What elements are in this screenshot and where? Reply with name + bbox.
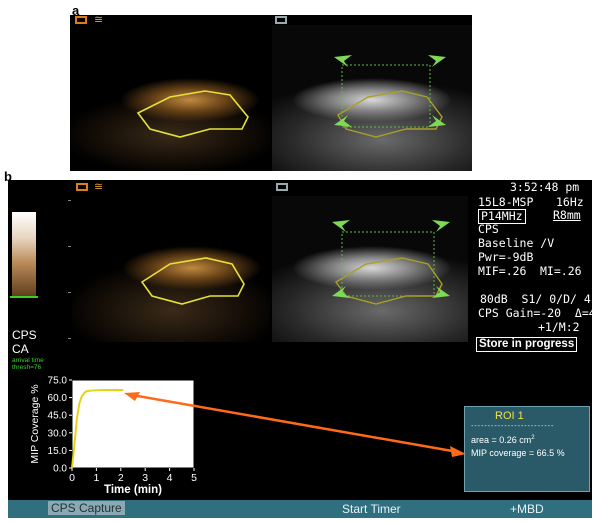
persist-readout: +1/M:2 [538, 320, 580, 334]
dynamic-range-readout: 80dB S1/ 0/D/ 4 [480, 292, 591, 306]
arrows-a [334, 55, 446, 127]
mip-coverage-chart: 0.0 15.0 30.0 45.0 60.0 75.0 0 1 2 3 4 5 Time (min) M… [29, 376, 197, 496]
roi-outline-b-left [140, 257, 245, 305]
probe-readout: 15L8-MSP [478, 195, 534, 209]
roi-outline-b-right [334, 257, 443, 305]
roi-title: ROI 1 [495, 410, 524, 422]
arrival-thresh-label: thresh=76 [12, 364, 42, 371]
x-tick-label: 3 [142, 472, 148, 484]
y-tick-label: 30.0 [48, 428, 68, 439]
time-readout: 3:52:48 pm [510, 180, 580, 194]
x-tick-label: 5 [191, 472, 197, 484]
arrival-threshold-line [10, 296, 38, 298]
roi-outline-a-right [337, 90, 443, 138]
arrival-time-label: arrival time [12, 357, 44, 364]
probe-icon-left [75, 16, 87, 24]
roi-divider: ------------------------- [471, 423, 555, 430]
x-tick-label: 0 [69, 472, 75, 484]
roi-area-label: area = 0.26 cm [471, 435, 532, 445]
colorbar-label-cps: CPS [12, 328, 37, 342]
roi-area: area = 0.26 cm2 [471, 435, 535, 445]
mi-readout: MI=.26 [540, 264, 582, 278]
bmode-image-b [272, 196, 468, 342]
probe-icon-right [275, 16, 287, 24]
mbd-button[interactable]: +MBD [510, 502, 544, 516]
contrast-image-a [70, 25, 270, 171]
panel-b-scanner-screen: CPS CA arrival time thresh=76 ≅ 3:52:48 … [8, 180, 596, 518]
probe-icon-left-b [76, 183, 88, 191]
y-tick-label: 15.0 [48, 446, 68, 457]
bmode-image-a [272, 25, 472, 171]
store-status: Store in progress [476, 337, 578, 353]
y-tick-label: 45.0 [48, 411, 68, 422]
probe-icon-right-b [276, 183, 288, 191]
cps-capture-button[interactable]: CPS Capture [48, 501, 125, 515]
wave-icon-b: ≅ [94, 181, 104, 193]
mode-readout: CPS [478, 222, 499, 236]
contrast-image-b [72, 196, 270, 342]
y-axis-label: MIP Coverage % [29, 384, 41, 463]
baseline-readout: Baseline /V [478, 236, 555, 250]
panel-a-ultrasound: ≅ [70, 14, 472, 171]
roi-box-b [341, 231, 435, 297]
roi-mip-coverage: MIP coverage = 66.5 % [471, 448, 565, 458]
x-tick-label: 4 [167, 472, 173, 484]
y-tick-label: 75.0 [48, 376, 68, 387]
colorbar-label-ca: CA [12, 342, 29, 356]
start-timer-button[interactable]: Start Timer [342, 502, 401, 516]
roi-outline-a-left [136, 90, 249, 138]
y-tick-label: 0.0 [53, 464, 67, 475]
x-tick-label: 2 [118, 472, 124, 484]
y-tick-label: 60.0 [48, 393, 68, 404]
depth-readout[interactable]: R8mm [553, 208, 581, 222]
pwr-readout: Pwr=-9dB [478, 250, 534, 264]
status-bar: CPS Capture Start Timer +MBD [8, 500, 592, 518]
roi-area-unit-exp: 2 [531, 435, 535, 441]
roi-box-a [341, 64, 431, 128]
x-tick-label: 1 [93, 472, 99, 484]
cps-colorbar [12, 212, 36, 298]
x-axis-label: Time (min) [104, 484, 162, 496]
depth-ticks [68, 200, 71, 340]
mif-readout: MIF=.26 [478, 264, 527, 278]
chart-plot-area [71, 379, 195, 469]
roi-info-box: ROI 1 ------------------------- area = 0… [464, 406, 590, 492]
cps-gain-readout: CPS Gain=-20 Δ=4 [478, 306, 596, 320]
